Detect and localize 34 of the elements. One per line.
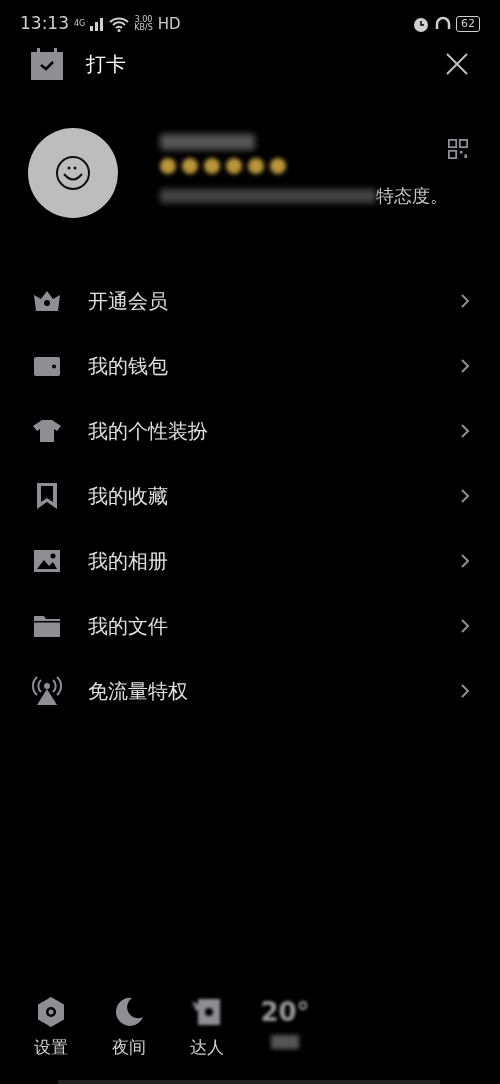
menu-item[interactable]: 免流量特权: [0, 658, 500, 723]
alarm-icon: [412, 15, 430, 33]
bottom-bar-item[interactable]: 达人: [184, 994, 230, 1060]
antenna-icon: [31, 674, 63, 707]
wifi-icon: [109, 16, 130, 32]
menu-item[interactable]: 我的钱包: [0, 333, 500, 398]
chevron-right-icon: [460, 552, 470, 569]
network-label: 4G: [74, 20, 86, 28]
bottom-bar-item[interactable]: 20°: [262, 994, 308, 1049]
signature-text: 特态度。: [376, 184, 448, 208]
bottom-bar-item[interactable]: 夜间: [106, 994, 152, 1060]
check-in-button[interactable]: 打卡: [30, 48, 126, 80]
signal-icon: [90, 17, 105, 31]
chevron-right-icon: [460, 292, 470, 309]
hd-label: HD: [157, 13, 181, 35]
speed-value: 3.00: [134, 16, 153, 24]
chevron-right-icon: [460, 487, 470, 504]
status-time: 13:13: [20, 12, 69, 36]
chevron-right-icon: [460, 682, 470, 699]
menu-item[interactable]: 我的文件: [0, 593, 500, 658]
bottom-bar-item[interactable]: 设置: [28, 994, 74, 1060]
chevron-right-icon: [460, 422, 470, 439]
chevron-right-icon: [460, 357, 470, 374]
menu-item[interactable]: 开通会员: [0, 268, 500, 333]
battery-indicator: 62: [456, 16, 480, 32]
smiley-icon: [55, 155, 91, 191]
calendar-check-icon: [30, 48, 64, 80]
menu-item[interactable]: 我的相册: [0, 528, 500, 593]
chevron-right-icon: [460, 617, 470, 634]
qr-code-icon[interactable]: [448, 138, 468, 160]
menu-item[interactable]: 我的收藏: [0, 463, 500, 528]
speed-unit: KB/S: [134, 24, 153, 32]
close-button[interactable]: [444, 51, 470, 77]
menu-item[interactable]: 我的个性装扮: [0, 398, 500, 463]
